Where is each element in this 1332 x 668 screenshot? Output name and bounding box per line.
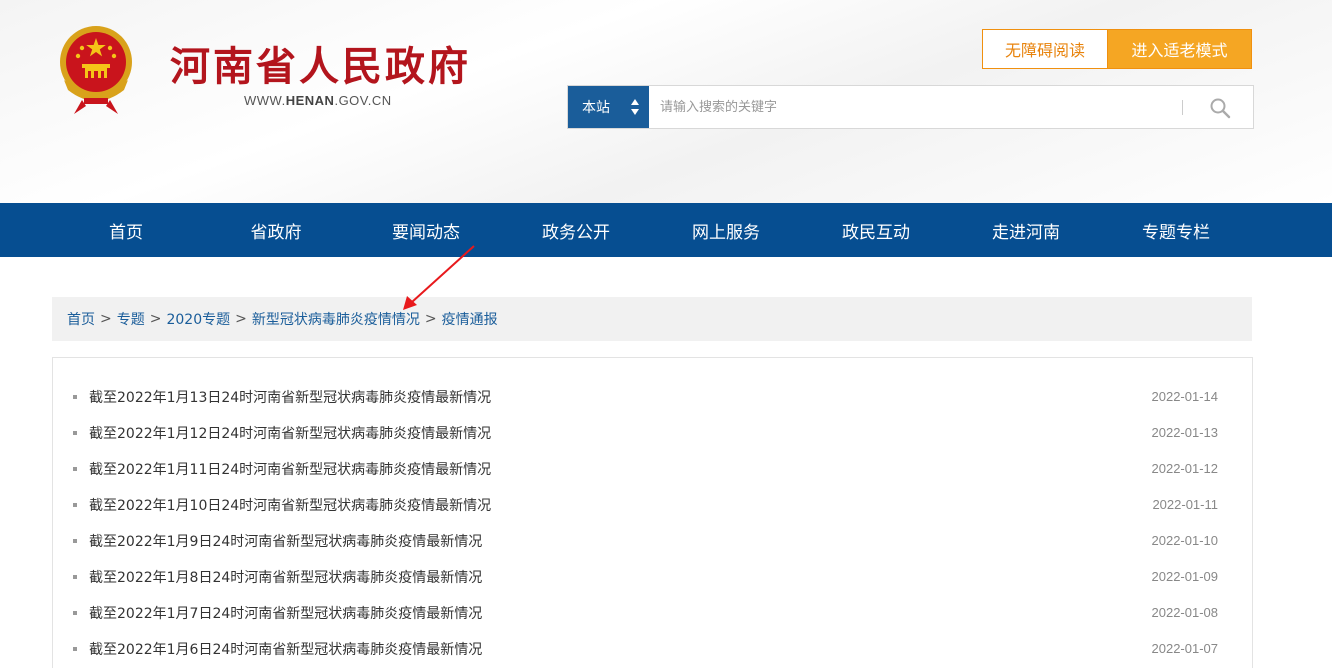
nav-item-government-affairs[interactable]: 政务公开 (501, 203, 651, 257)
breadcrumb-separator: > (100, 311, 112, 327)
list-item[interactable]: 截至2022年1月9日24时河南省新型冠状病毒肺炎疫情最新情况 2022-01-… (53, 523, 1252, 559)
bullet-icon (73, 539, 77, 543)
breadcrumb-item-home[interactable]: 首页 (67, 309, 95, 329)
list-item-date: 2022-01-11 (1152, 497, 1218, 512)
list-item[interactable]: 截至2022年1月12日24时河南省新型冠状病毒肺炎疫情最新情况 2022-01… (53, 415, 1252, 451)
nav-item-about-henan[interactable]: 走进河南 (951, 203, 1101, 257)
nav-item-home[interactable]: 首页 (51, 203, 201, 257)
national-emblem-logo[interactable] (52, 20, 140, 116)
list-item-title[interactable]: 截至2022年1月8日24时河南省新型冠状病毒肺炎疫情最新情况 (89, 567, 482, 587)
list-item-title[interactable]: 截至2022年1月6日24时河南省新型冠状病毒肺炎疫情最新情况 (89, 639, 482, 659)
bullet-icon (73, 611, 77, 615)
list-item-date: 2022-01-14 (1151, 389, 1219, 404)
list-item-title[interactable]: 截至2022年1月9日24时河南省新型冠状病毒肺炎疫情最新情况 (89, 531, 482, 551)
bullet-icon (73, 647, 77, 651)
breadcrumb-item-2020-topics[interactable]: 2020专题 (166, 309, 230, 329)
sort-arrows-icon (631, 99, 639, 115)
bullet-icon (73, 467, 77, 471)
bullet-icon (73, 503, 77, 507)
site-title[interactable]: 河南省人民政府 (170, 34, 471, 92)
site-header: 河南省人民政府 WWW.HENAN.GOV.CN 无障碍阅读 进入适老模式 本站 (0, 0, 1332, 203)
list-item-date: 2022-01-08 (1151, 605, 1219, 620)
list-item-title[interactable]: 截至2022年1月12日24时河南省新型冠状病毒肺炎疫情最新情况 (89, 423, 491, 443)
list-item[interactable]: 截至2022年1月7日24时河南省新型冠状病毒肺炎疫情最新情况 2022-01-… (53, 595, 1252, 631)
search-scope-select[interactable]: 本站 (568, 86, 649, 128)
breadcrumb-separator: > (424, 311, 437, 327)
breadcrumb-item-epidemic-report[interactable]: 疫情通报 (442, 309, 498, 329)
bullet-icon (73, 395, 77, 399)
list-item-date: 2022-01-09 (1151, 569, 1219, 584)
list-item-title[interactable]: 截至2022年1月10日24时河南省新型冠状病毒肺炎疫情最新情况 (89, 495, 491, 515)
site-url: WWW.HENAN.GOV.CN (244, 93, 392, 108)
list-item-date: 2022-01-12 (1151, 461, 1219, 476)
elder-mode-button[interactable]: 进入适老模式 (1107, 29, 1252, 69)
nav-item-online-services[interactable]: 网上服务 (651, 203, 801, 257)
search-scope-label: 本站 (582, 100, 610, 116)
nav-item-provincial-government[interactable]: 省政府 (201, 203, 351, 257)
site-url-domain: HENAN (285, 93, 335, 108)
list-item[interactable]: 截至2022年1月10日24时河南省新型冠状病毒肺炎疫情最新情况 2022-01… (53, 487, 1252, 523)
breadcrumb-item-topics[interactable]: 专题 (117, 309, 145, 329)
list-item[interactable]: 截至2022年1月13日24时河南省新型冠状病毒肺炎疫情最新情况 2022-01… (53, 379, 1252, 415)
breadcrumb-item-covid[interactable]: 新型冠状病毒肺炎疫情情况 (252, 309, 420, 329)
nav-item-special-topics[interactable]: 专题专栏 (1101, 203, 1251, 257)
search-divider (1182, 100, 1183, 115)
site-url-suffix: .GOV.CN (334, 93, 392, 108)
list-item-title[interactable]: 截至2022年1月13日24时河南省新型冠状病毒肺炎疫情最新情况 (89, 387, 491, 407)
nav-item-interaction[interactable]: 政民互动 (801, 203, 951, 257)
list-item-date: 2022-01-13 (1151, 425, 1219, 440)
list-item-date: 2022-01-07 (1151, 641, 1219, 656)
breadcrumb-separator: > (149, 311, 162, 327)
list-item-title[interactable]: 截至2022年1月11日24时河南省新型冠状病毒肺炎疫情最新情况 (89, 459, 491, 479)
list-item-title[interactable]: 截至2022年1月7日24时河南省新型冠状病毒肺炎疫情最新情况 (89, 603, 482, 623)
search-icon[interactable] (1208, 96, 1232, 120)
nav-item-news[interactable]: 要闻动态 (351, 203, 501, 257)
breadcrumb-separator: > (235, 311, 247, 327)
search-input[interactable] (660, 92, 1160, 122)
search-bar: 本站 (567, 85, 1254, 129)
bullet-icon (73, 431, 77, 435)
site-url-prefix: WWW. (244, 93, 286, 108)
news-list: 截至2022年1月13日24时河南省新型冠状病毒肺炎疫情最新情况 2022-01… (52, 357, 1253, 668)
accessibility-reading-button[interactable]: 无障碍阅读 (982, 29, 1108, 69)
list-item[interactable]: 截至2022年1月8日24时河南省新型冠状病毒肺炎疫情最新情况 2022-01-… (53, 559, 1252, 595)
main-nav: 首页 省政府 要闻动态 政务公开 网上服务 政民互动 走进河南 专题专栏 (0, 203, 1332, 257)
list-item-date: 2022-01-10 (1151, 533, 1219, 548)
breadcrumb: 首页 > 专题 > 2020专题 > 新型冠状病毒肺炎疫情情况 > 疫情通报 (52, 297, 1252, 341)
list-item[interactable]: 截至2022年1月6日24时河南省新型冠状病毒肺炎疫情最新情况 2022-01-… (53, 631, 1252, 667)
bullet-icon (73, 575, 77, 579)
list-item[interactable]: 截至2022年1月11日24时河南省新型冠状病毒肺炎疫情最新情况 2022-01… (53, 451, 1252, 487)
